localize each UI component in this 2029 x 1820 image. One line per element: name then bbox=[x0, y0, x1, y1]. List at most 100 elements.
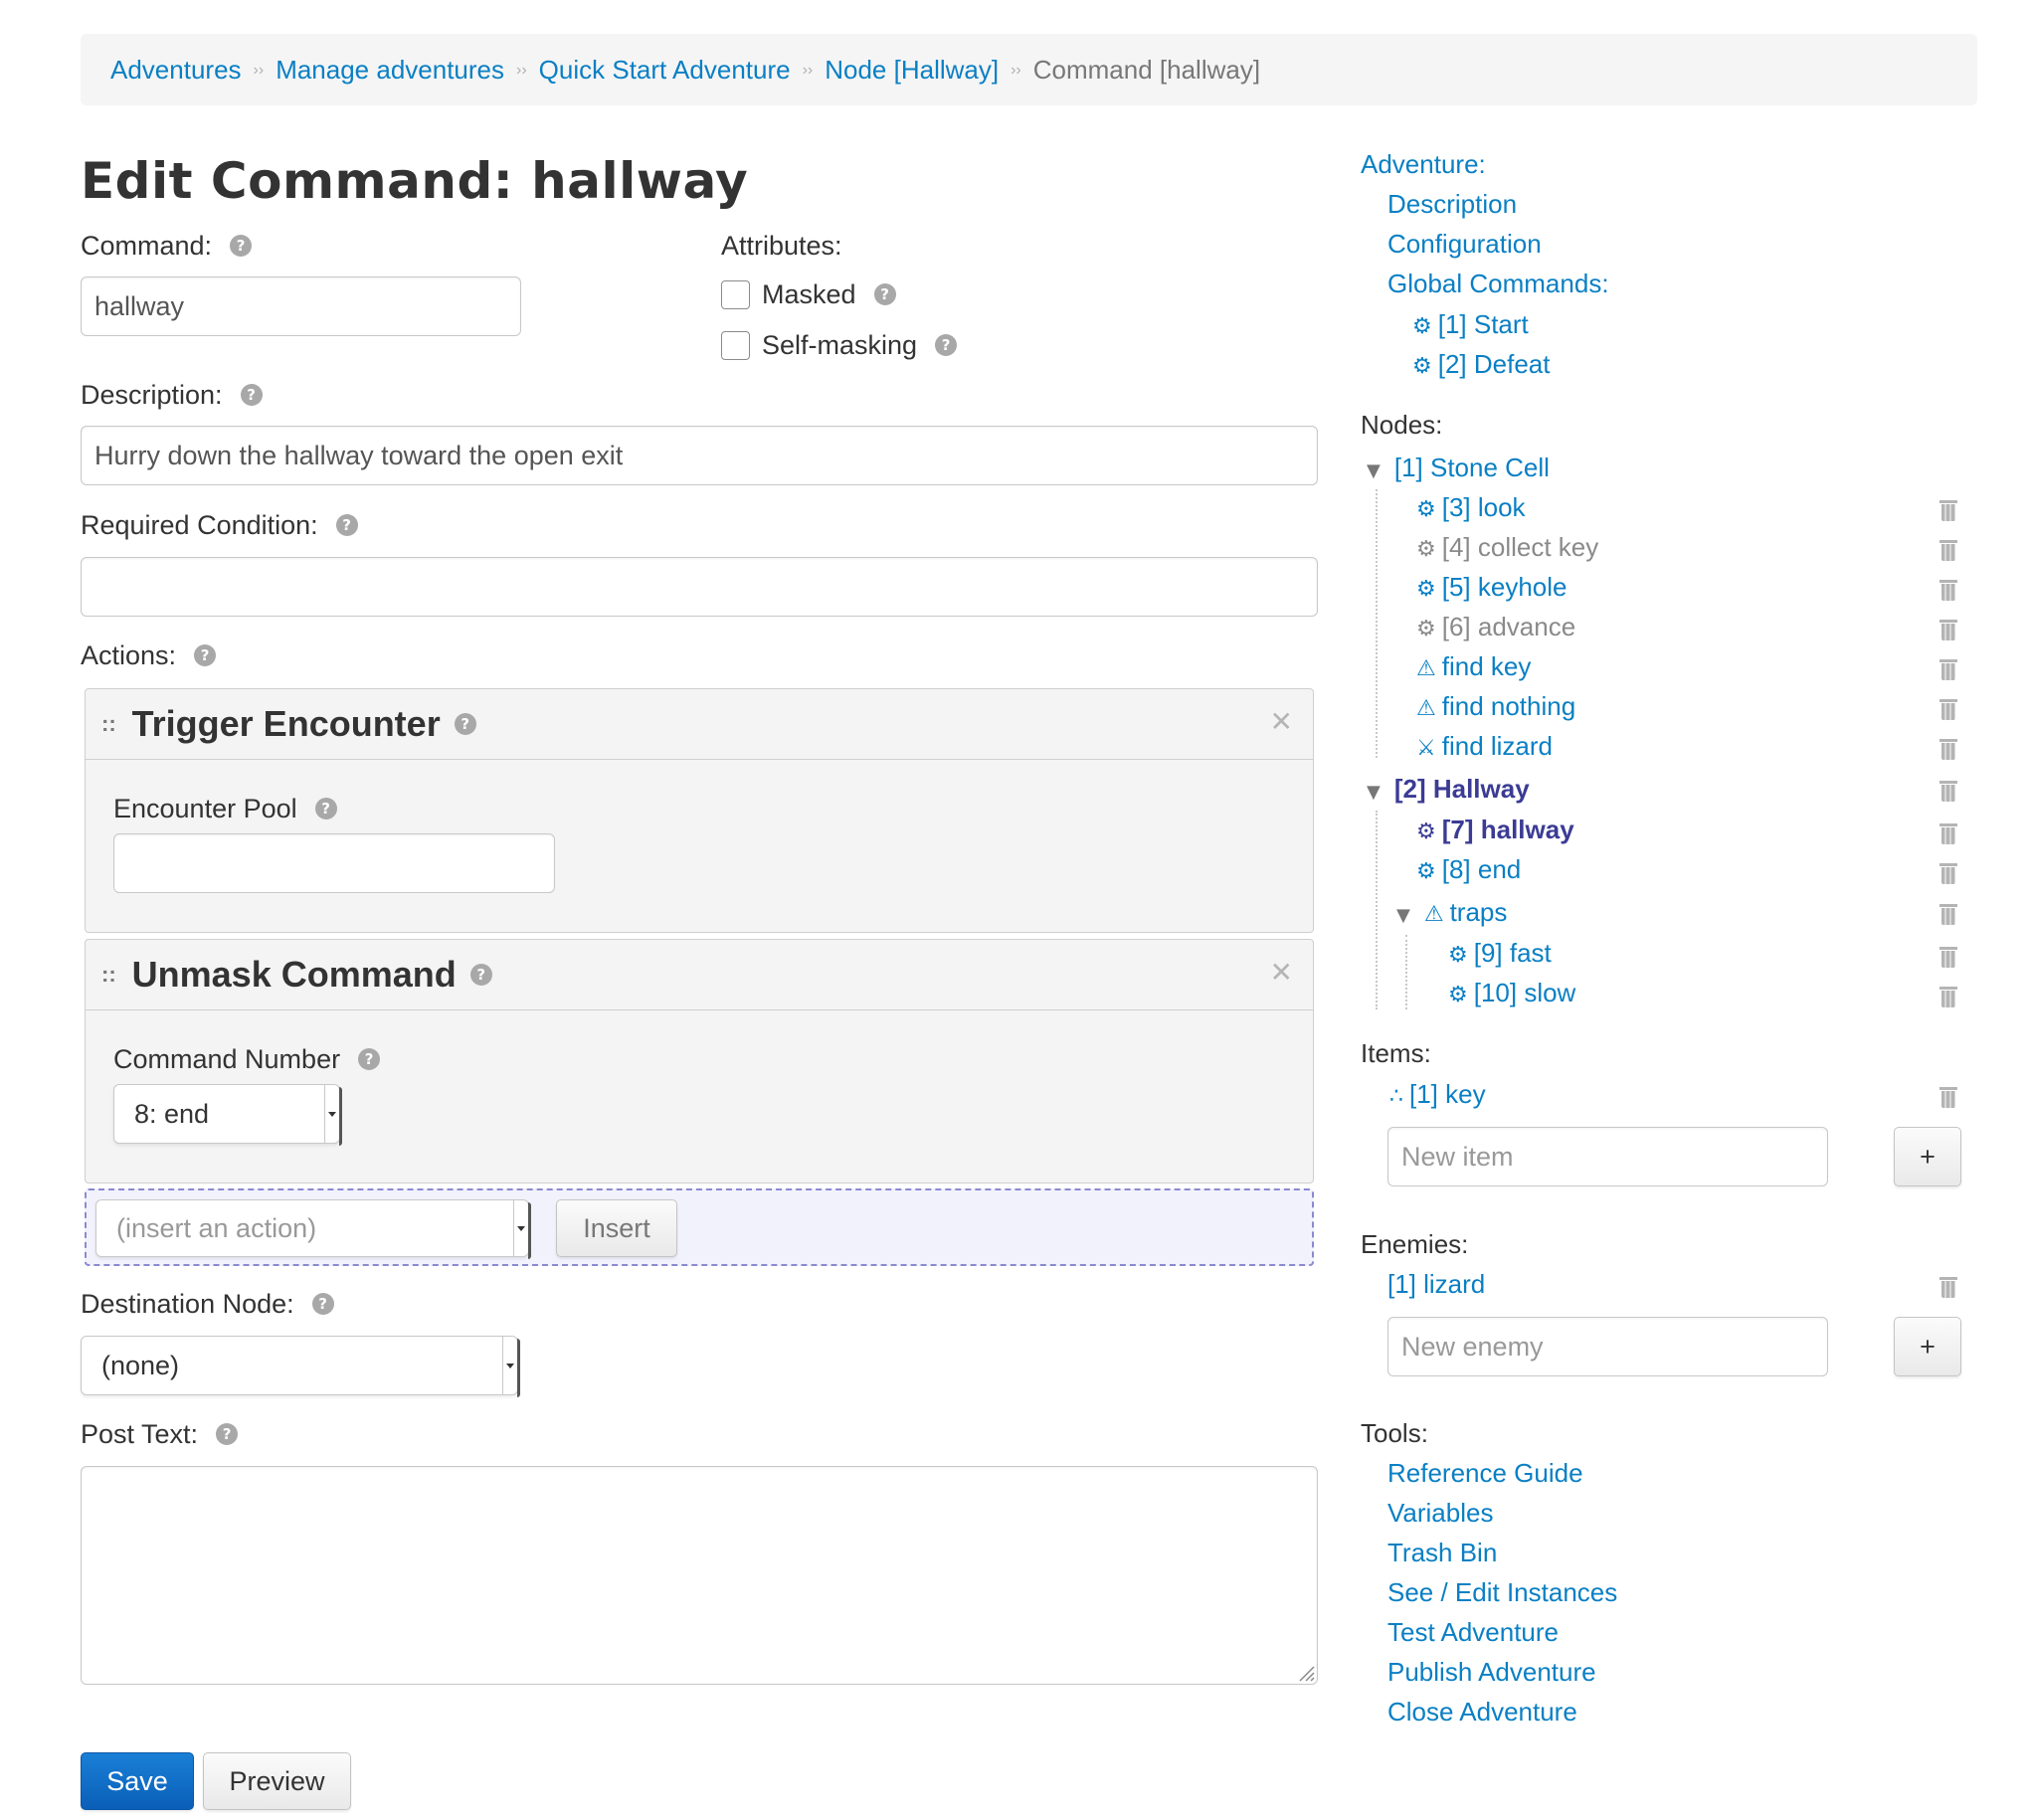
chevron-down-icon bbox=[502, 1337, 520, 1397]
node-command-label: [7] hallway bbox=[1441, 815, 1574, 844]
trash-icon[interactable] bbox=[1939, 736, 1957, 760]
triangle-down-icon[interactable]: ▼ bbox=[1396, 905, 1410, 926]
required-condition-input[interactable] bbox=[81, 557, 1318, 617]
breadcrumb-manage-adventures[interactable]: Manage adventures bbox=[276, 55, 504, 86]
action-title: Unmask Command bbox=[131, 954, 457, 995]
gear-icon: ⚙ bbox=[1416, 859, 1436, 884]
node-1-link[interactable]: [1] Stone Cell bbox=[1394, 453, 1550, 482]
gear-icon: ⚙ bbox=[1416, 819, 1436, 844]
trash-icon[interactable] bbox=[1939, 778, 1957, 802]
save-button[interactable]: Save bbox=[81, 1752, 194, 1810]
enemy-lizard[interactable]: [1] lizard bbox=[1387, 1269, 1485, 1300]
resize-handle-icon[interactable] bbox=[1297, 1664, 1315, 1682]
help-icon[interactable]: ? bbox=[469, 964, 492, 986]
traps-group-link[interactable]: ⚠ traps bbox=[1424, 897, 1508, 927]
breadcrumb-separator: ›› bbox=[516, 62, 527, 79]
node-command-label: [3] look bbox=[1441, 492, 1526, 522]
help-icon[interactable]: ? bbox=[873, 283, 896, 305]
global-command-defeat[interactable]: ⚙ [2] Defeat bbox=[1412, 349, 1550, 380]
breadcrumb-quick-start-adventure[interactable]: Quick Start Adventure bbox=[539, 55, 791, 86]
masked-checkbox[interactable] bbox=[721, 279, 750, 309]
node-command-collect-key[interactable]: ⚙ [4] collect key bbox=[1416, 532, 1598, 563]
node-2-link[interactable]: [2] Hallway bbox=[1394, 774, 1530, 804]
help-icon[interactable]: ? bbox=[194, 644, 217, 666]
warning-icon: ⚠ bbox=[1423, 902, 1444, 927]
new-enemy-input[interactable]: New enemy bbox=[1387, 1317, 1828, 1376]
node-command-end[interactable]: ⚙ [8] end bbox=[1416, 854, 1521, 885]
item-key[interactable]: ∴ [1] key bbox=[1389, 1079, 1486, 1110]
drag-handle-icon[interactable]: :: bbox=[101, 711, 116, 737]
encounter-pool-input[interactable] bbox=[113, 833, 555, 893]
destination-node-select[interactable]: (none) bbox=[81, 1336, 520, 1397]
node-command-advance[interactable]: ⚙ [6] advance bbox=[1416, 612, 1575, 642]
triangle-down-icon[interactable]: ▼ bbox=[1367, 460, 1381, 481]
triangle-down-icon[interactable]: ▼ bbox=[1367, 782, 1381, 803]
trash-icon[interactable] bbox=[1939, 984, 1957, 1007]
trash-icon[interactable] bbox=[1939, 617, 1957, 640]
node-event-find-nothing[interactable]: ⚠ find nothing bbox=[1416, 691, 1575, 722]
command-input[interactable]: hallway bbox=[81, 276, 521, 336]
sidebar-description-link[interactable]: Description bbox=[1387, 189, 1517, 220]
trap-command-slow[interactable]: ⚙ [10] slow bbox=[1448, 978, 1575, 1008]
add-item-button[interactable]: + bbox=[1894, 1127, 1961, 1186]
description-input[interactable]: Hurry down the hallway toward the open e… bbox=[81, 426, 1318, 485]
help-icon[interactable]: ? bbox=[230, 235, 253, 257]
help-icon[interactable]: ? bbox=[240, 384, 263, 406]
node-command-keyhole[interactable]: ⚙ [5] keyhole bbox=[1416, 572, 1567, 603]
drag-handle-icon[interactable]: :: bbox=[101, 962, 116, 988]
swords-icon: ⚔ bbox=[1416, 736, 1436, 761]
sidebar-configuration-link[interactable]: Configuration bbox=[1387, 229, 1542, 260]
node-command-look[interactable]: ⚙ [3] look bbox=[1416, 492, 1526, 523]
tree-guide-line bbox=[1405, 935, 1407, 1009]
insert-action-select[interactable]: (insert an action) bbox=[95, 1199, 531, 1259]
help-icon[interactable]: ? bbox=[335, 514, 358, 536]
warning-icon: ⚠ bbox=[1416, 656, 1436, 681]
trash-icon[interactable] bbox=[1939, 497, 1957, 521]
global-command-start[interactable]: ⚙ [1] Start bbox=[1412, 309, 1529, 340]
tool-publish-adventure[interactable]: Publish Adventure bbox=[1387, 1657, 1596, 1688]
help-icon[interactable]: ? bbox=[314, 798, 337, 819]
tool-see-edit-instances[interactable]: See / Edit Instances bbox=[1387, 1577, 1617, 1608]
gear-icon: ⚙ bbox=[1448, 943, 1468, 968]
help-icon[interactable]: ? bbox=[358, 1048, 381, 1070]
node-encounter-find-lizard[interactable]: ⚔ find lizard bbox=[1416, 731, 1553, 762]
new-enemy-placeholder: New enemy bbox=[1401, 1331, 1544, 1362]
destination-label: Destination Node: bbox=[81, 1288, 294, 1319]
sidebar-adventure-link[interactable]: Adventure: bbox=[1361, 149, 1486, 180]
post-text-textarea[interactable] bbox=[81, 1466, 1318, 1685]
trash-icon[interactable] bbox=[1939, 860, 1957, 884]
node-command-label: [5] keyhole bbox=[1441, 572, 1568, 602]
node-command-hallway[interactable]: ⚙ [7] hallway bbox=[1416, 815, 1574, 845]
close-icon[interactable]: ✕ bbox=[1270, 705, 1293, 738]
help-icon[interactable]: ? bbox=[935, 334, 958, 356]
trash-icon[interactable] bbox=[1939, 1274, 1957, 1298]
trash-icon[interactable] bbox=[1939, 696, 1957, 720]
close-icon[interactable]: ✕ bbox=[1270, 956, 1293, 989]
tool-variables[interactable]: Variables bbox=[1387, 1498, 1493, 1529]
command-number-select[interactable]: 8: end bbox=[113, 1084, 342, 1146]
tool-test-adventure[interactable]: Test Adventure bbox=[1387, 1617, 1559, 1648]
node-event-find-key[interactable]: ⚠ find key bbox=[1416, 651, 1531, 682]
trash-icon[interactable] bbox=[1939, 944, 1957, 968]
insert-button[interactable]: Insert bbox=[556, 1199, 677, 1257]
breadcrumb-adventures[interactable]: Adventures bbox=[110, 55, 242, 86]
sidebar-global-commands-link[interactable]: Global Commands: bbox=[1387, 269, 1609, 299]
preview-button[interactable]: Preview bbox=[203, 1752, 351, 1810]
help-icon[interactable]: ? bbox=[216, 1423, 239, 1445]
trap-command-fast[interactable]: ⚙ [9] fast bbox=[1448, 938, 1552, 969]
self-masking-checkbox[interactable] bbox=[721, 330, 750, 360]
trash-icon[interactable] bbox=[1939, 901, 1957, 925]
trash-icon[interactable] bbox=[1939, 656, 1957, 680]
new-item-input[interactable]: New item bbox=[1387, 1127, 1828, 1186]
help-icon[interactable]: ? bbox=[311, 1293, 334, 1315]
tool-reference-guide[interactable]: Reference Guide bbox=[1387, 1458, 1583, 1489]
breadcrumb-node-hallway[interactable]: Node [Hallway] bbox=[825, 55, 999, 86]
add-enemy-button[interactable]: + bbox=[1894, 1317, 1961, 1376]
trash-icon[interactable] bbox=[1939, 537, 1957, 561]
help-icon[interactable]: ? bbox=[454, 713, 476, 735]
trash-icon[interactable] bbox=[1939, 820, 1957, 844]
trash-icon[interactable] bbox=[1939, 577, 1957, 601]
tool-close-adventure[interactable]: Close Adventure bbox=[1387, 1697, 1577, 1728]
trash-icon[interactable] bbox=[1939, 1084, 1957, 1108]
tool-trash-bin[interactable]: Trash Bin bbox=[1387, 1538, 1497, 1568]
